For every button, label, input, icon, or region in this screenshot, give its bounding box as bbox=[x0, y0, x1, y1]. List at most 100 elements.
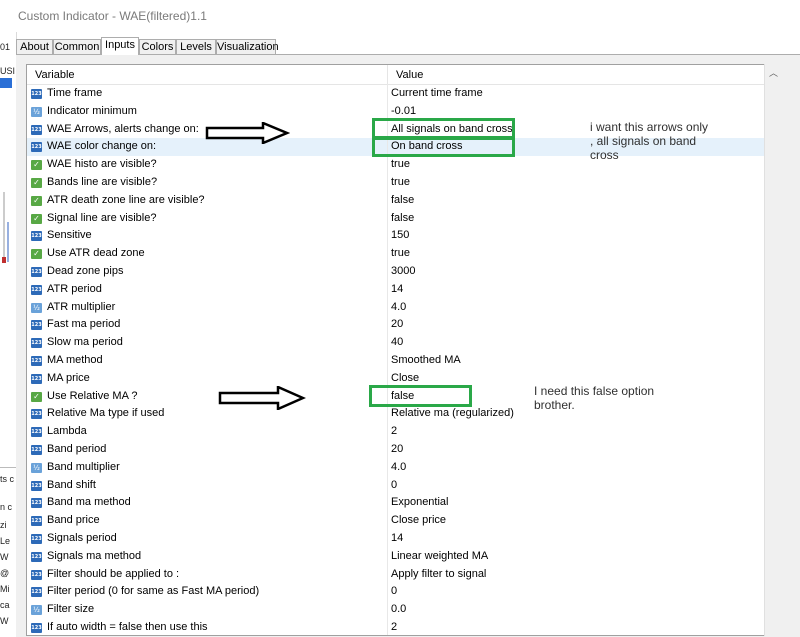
integer-type-icon bbox=[31, 320, 42, 331]
variable-value[interactable]: 14 bbox=[391, 283, 403, 295]
variable-value[interactable]: Current time frame bbox=[391, 87, 483, 99]
table-row[interactable]: Band price Close price bbox=[27, 512, 764, 530]
table-row[interactable]: Sensitive 150 bbox=[27, 227, 764, 245]
variable-name: Band multiplier bbox=[47, 460, 120, 473]
variable-value[interactable]: Apply filter to signal bbox=[391, 568, 486, 580]
table-row[interactable]: ATR period 14 bbox=[27, 281, 764, 299]
integer-type-icon bbox=[31, 427, 42, 438]
table-row[interactable]: MA method Smoothed MA bbox=[27, 352, 764, 370]
variable-value[interactable]: 0 bbox=[391, 585, 397, 597]
variable-value[interactable]: 2 bbox=[391, 621, 397, 633]
annotation-note-arrows: i want this arrows only , all signals on… bbox=[590, 120, 708, 162]
variable-name: Fast ma period bbox=[47, 318, 121, 331]
variable-value[interactable]: 4.0 bbox=[391, 301, 406, 313]
note-line: I need this false option bbox=[534, 384, 655, 398]
variable-value[interactable]: true bbox=[391, 158, 410, 170]
variable-value[interactable]: Relative ma (regularized) bbox=[391, 407, 514, 419]
variable-value[interactable]: Linear weighted MA bbox=[391, 550, 488, 562]
integer-type-icon bbox=[31, 587, 42, 598]
variable-name: Use Relative MA ? bbox=[47, 389, 138, 402]
strip-text: USI bbox=[0, 66, 16, 76]
note-line: cross bbox=[590, 148, 619, 162]
variable-value[interactable]: 20 bbox=[391, 443, 403, 455]
table-row[interactable]: Dead zone pips 3000 bbox=[27, 263, 764, 281]
annotation-note-false: I need this false option brother. bbox=[534, 384, 654, 412]
variable-value[interactable]: 4.0 bbox=[391, 461, 406, 473]
tab-levels[interactable]: Levels bbox=[176, 39, 216, 54]
strip-text: W bbox=[0, 616, 9, 626]
tab-about[interactable]: About bbox=[16, 39, 53, 54]
tab-colors[interactable]: Colors bbox=[139, 39, 176, 54]
strip-text: Mi bbox=[0, 584, 10, 594]
double-type-icon bbox=[31, 605, 42, 616]
variable-value[interactable]: false bbox=[391, 212, 414, 224]
table-row[interactable]: ATR death zone line are visible? false bbox=[27, 192, 764, 210]
variable-name: ATR period bbox=[47, 282, 102, 295]
variable-name: ATR death zone line are visible? bbox=[47, 193, 205, 206]
table-row[interactable]: Fast ma period 20 bbox=[27, 316, 764, 334]
integer-type-icon bbox=[31, 569, 42, 580]
variable-value[interactable]: 40 bbox=[391, 336, 403, 348]
table-row[interactable]: Filter should be applied to : Apply filte… bbox=[27, 566, 764, 584]
table-row[interactable]: Slow ma period 40 bbox=[27, 334, 764, 352]
variable-value[interactable]: Exponential bbox=[391, 496, 449, 508]
integer-type-icon bbox=[31, 267, 42, 277]
variable-value[interactable]: 150 bbox=[391, 229, 409, 241]
variable-value[interactable]: true bbox=[391, 247, 410, 259]
scroll-up-icon[interactable]: ︿ bbox=[769, 66, 778, 79]
double-type-icon bbox=[31, 302, 42, 313]
boolean-type-icon bbox=[31, 160, 42, 171]
variable-value[interactable]: 0.0 bbox=[391, 603, 406, 615]
value-column-header[interactable]: Value bbox=[396, 69, 423, 81]
integer-type-icon bbox=[31, 409, 42, 420]
variable-column-header[interactable]: Variable bbox=[35, 69, 75, 81]
variable-value[interactable]: -0.01 bbox=[391, 105, 416, 117]
variable-value[interactable]: 2 bbox=[391, 425, 397, 437]
table-row[interactable]: Filter size 0.0 bbox=[27, 601, 764, 619]
variable-name: Bands line are visible? bbox=[47, 176, 158, 188]
tab-inputs[interactable]: Inputs bbox=[101, 37, 139, 55]
integer-type-icon bbox=[31, 124, 42, 135]
strip-text: ts c bbox=[0, 474, 15, 484]
table-row[interactable]: Signals ma method Linear weighted MA bbox=[27, 548, 764, 566]
integer-type-icon bbox=[31, 623, 42, 633]
variable-value[interactable]: true bbox=[391, 176, 410, 188]
table-row[interactable]: Lambda 2 bbox=[27, 423, 764, 441]
vertical-scrollbar[interactable]: ︿ bbox=[764, 64, 782, 636]
variable-name: If auto width = false then use this bbox=[47, 621, 208, 633]
table-row[interactable]: Use ATR dead zone true bbox=[27, 245, 764, 263]
table-row[interactable]: Band multiplier 4.0 bbox=[27, 459, 764, 477]
strip-text: @ bbox=[0, 568, 10, 578]
strip-divider bbox=[0, 467, 16, 468]
table-row[interactable]: Band ma method Exponential bbox=[27, 494, 764, 512]
table-row[interactable]: Signals period 14 bbox=[27, 530, 764, 548]
table-row[interactable]: Band period 20 bbox=[27, 441, 764, 459]
variable-value[interactable]: 0 bbox=[391, 479, 397, 491]
variable-value[interactable]: 20 bbox=[391, 318, 403, 330]
strip-text: ca bbox=[0, 600, 10, 610]
variable-value[interactable]: Smoothed MA bbox=[391, 354, 461, 366]
variable-name: Band price bbox=[47, 514, 100, 527]
variable-value[interactable]: false bbox=[391, 194, 414, 206]
variable-name: WAE Arrows, alerts change on: bbox=[47, 122, 199, 135]
table-row[interactable]: If auto width = false then use this 2 bbox=[27, 619, 764, 635]
variable-value[interactable]: 14 bbox=[391, 532, 403, 544]
boolean-type-icon bbox=[31, 195, 42, 206]
title-bar: Custom Indicator - WAE(filtered)1.1 bbox=[0, 0, 800, 32]
table-row[interactable]: Bands line are visible? true bbox=[27, 174, 764, 192]
tab-visualization[interactable]: Visualization bbox=[216, 39, 279, 54]
variable-name: Sensitive bbox=[47, 229, 92, 242]
table-row[interactable]: Time frame Current time frame bbox=[27, 85, 764, 103]
variable-value[interactable]: 3000 bbox=[391, 265, 415, 277]
table-row[interactable]: Signal line are visible? false bbox=[27, 210, 764, 228]
integer-type-icon bbox=[31, 89, 42, 99]
boolean-type-icon bbox=[31, 249, 42, 260]
tab-common[interactable]: Common bbox=[53, 39, 101, 54]
integer-type-icon bbox=[31, 498, 42, 509]
variable-value[interactable]: Close bbox=[391, 372, 419, 384]
table-row[interactable]: Band shift 0 bbox=[27, 477, 764, 495]
variable-name: Band period bbox=[47, 443, 107, 455]
table-row[interactable]: Filter period (0 for same as Fast MA per… bbox=[27, 583, 764, 601]
variable-value[interactable]: Close price bbox=[391, 514, 446, 526]
table-row[interactable]: ATR multiplier 4.0 bbox=[27, 299, 764, 317]
